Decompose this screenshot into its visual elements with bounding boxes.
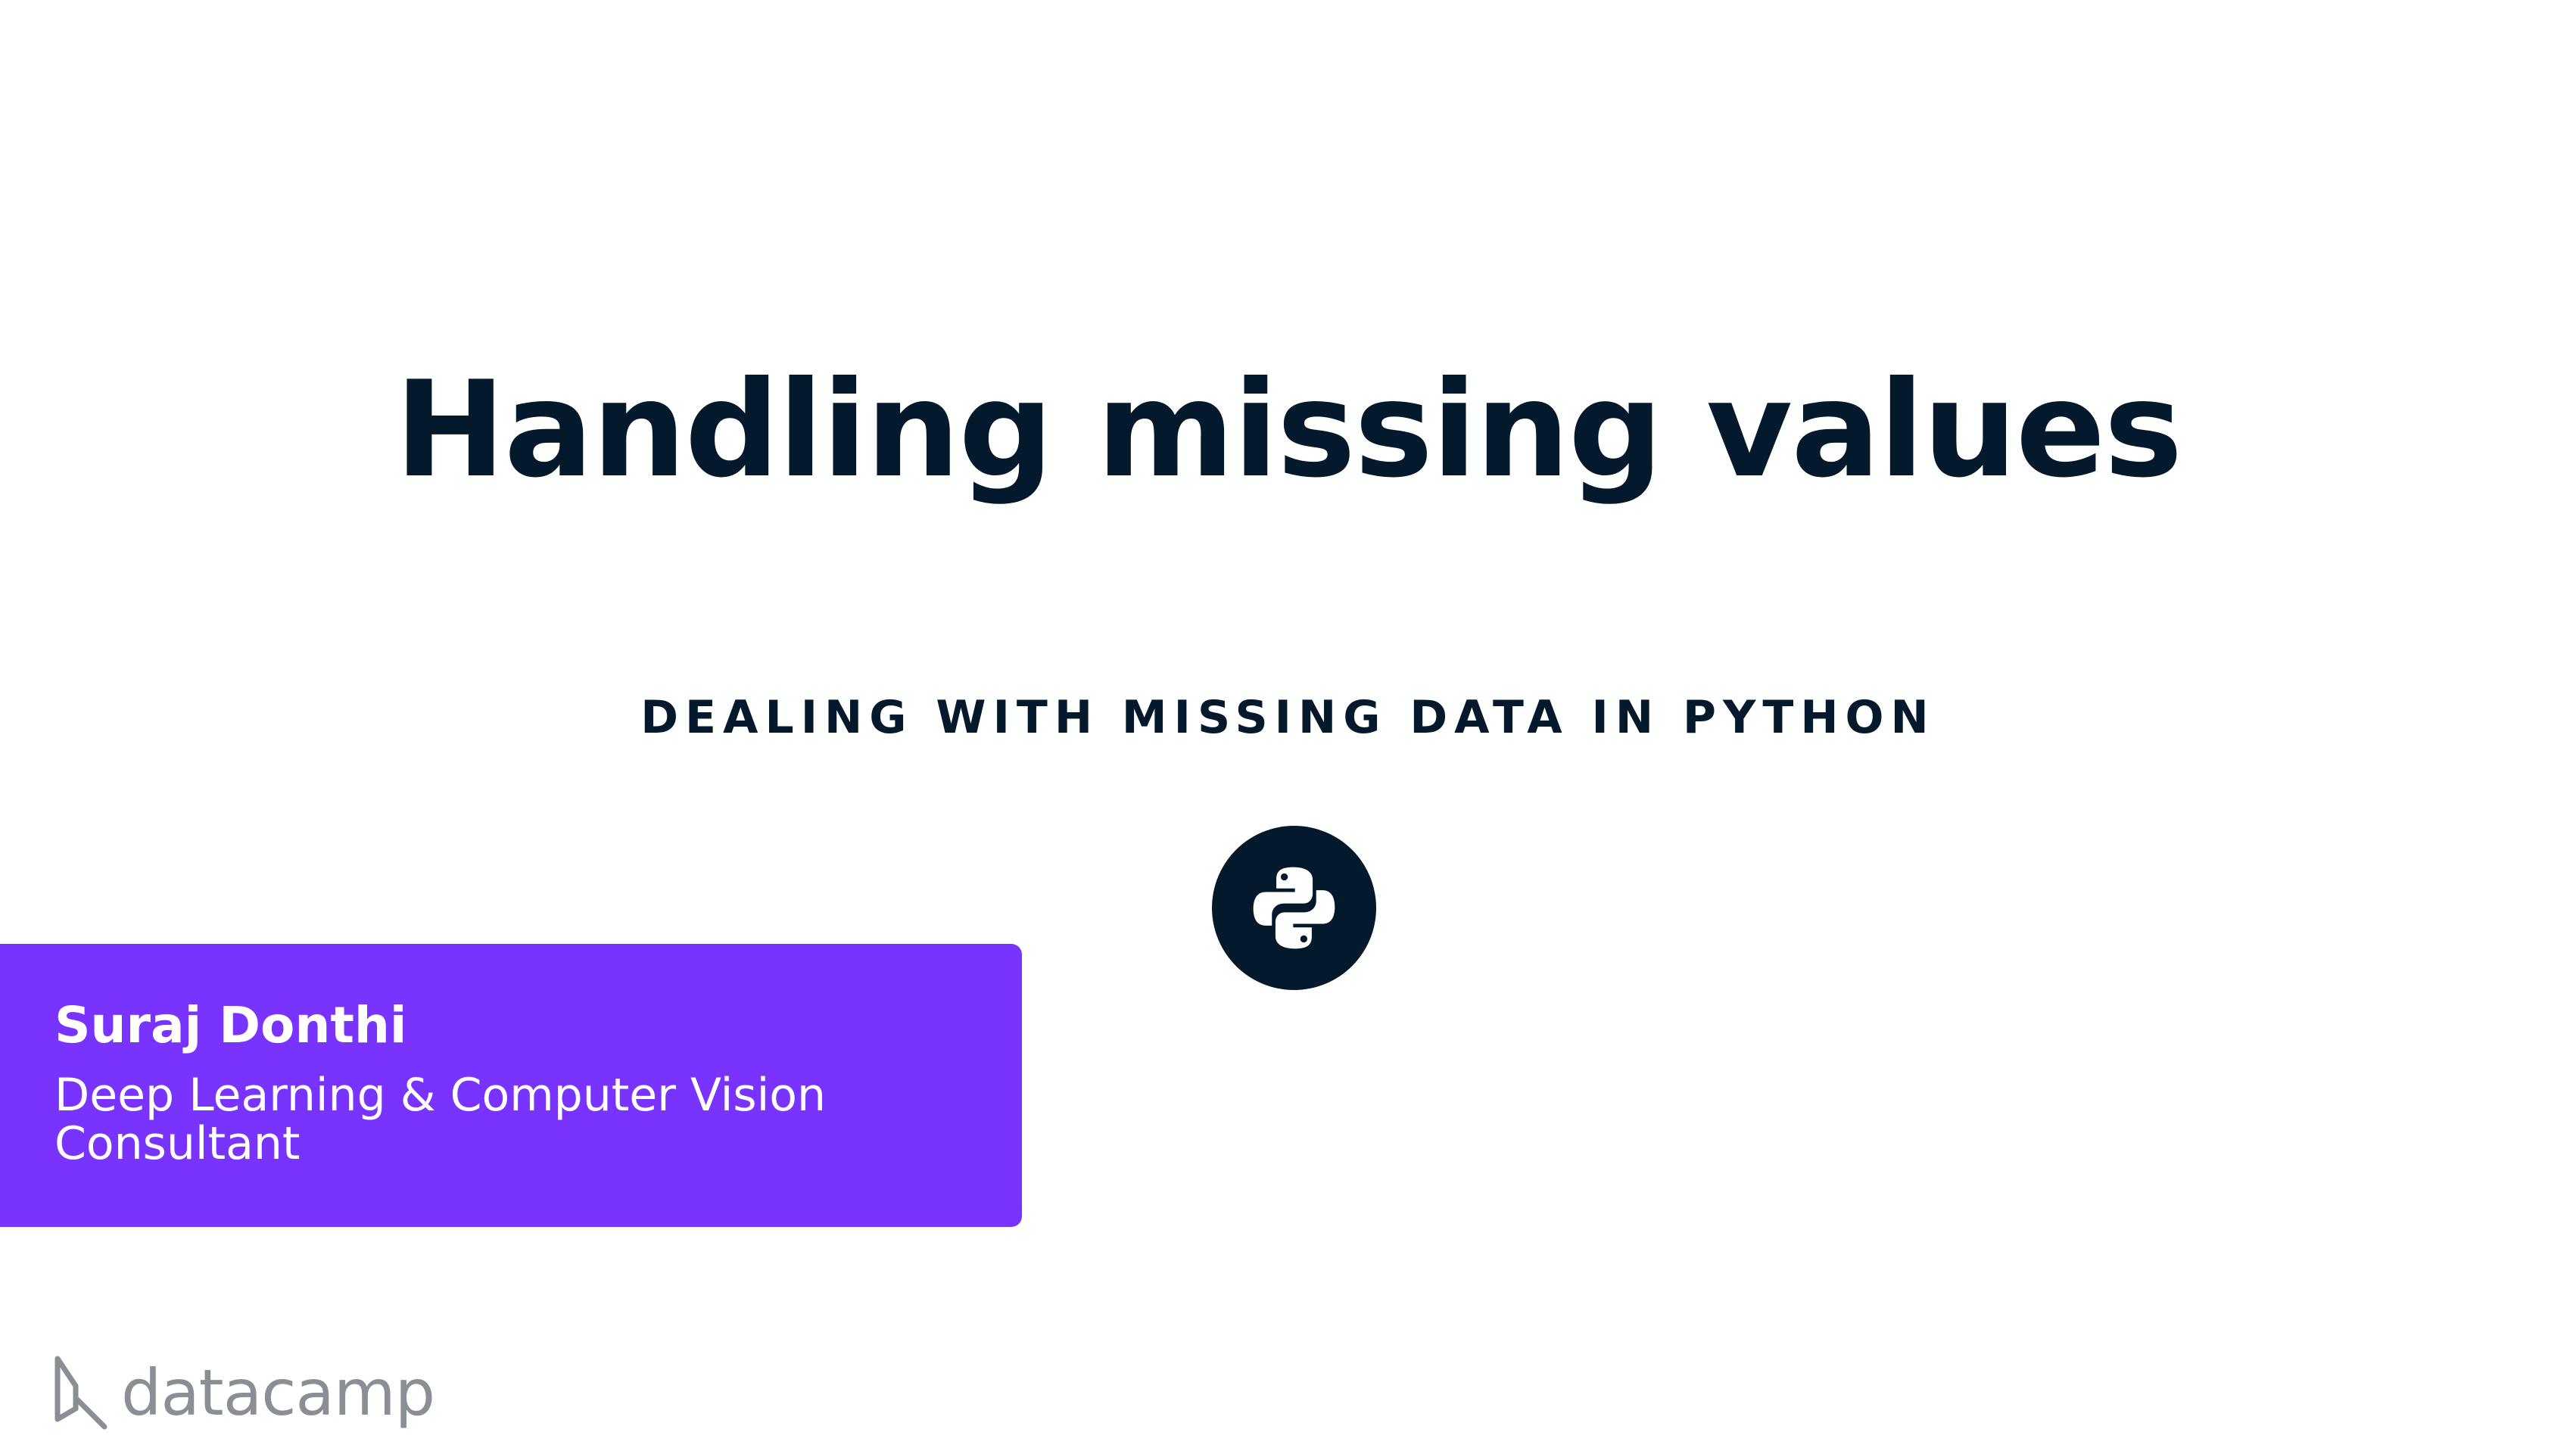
course-subtitle: DEALING WITH MISSING DATA IN PYTHON	[640, 691, 1936, 744]
presenter-role: Deep Learning & Computer Vision Consulta…	[55, 1069, 827, 1170]
python-badge	[1212, 826, 1376, 990]
datacamp-logo-icon	[55, 1356, 107, 1430]
slide-title: Handling missing values	[394, 353, 2182, 507]
presenter-name: Suraj Donthi	[55, 996, 407, 1054]
python-icon	[1253, 867, 1335, 949]
brand-name: datacamp	[121, 1356, 435, 1430]
datacamp-brand: datacamp	[53, 1355, 435, 1431]
presenter-card: Suraj Donthi Deep Learning & Computer Vi…	[0, 944, 1022, 1227]
slide: Handling missing values DEALING WITH MIS…	[0, 0, 2576, 1451]
